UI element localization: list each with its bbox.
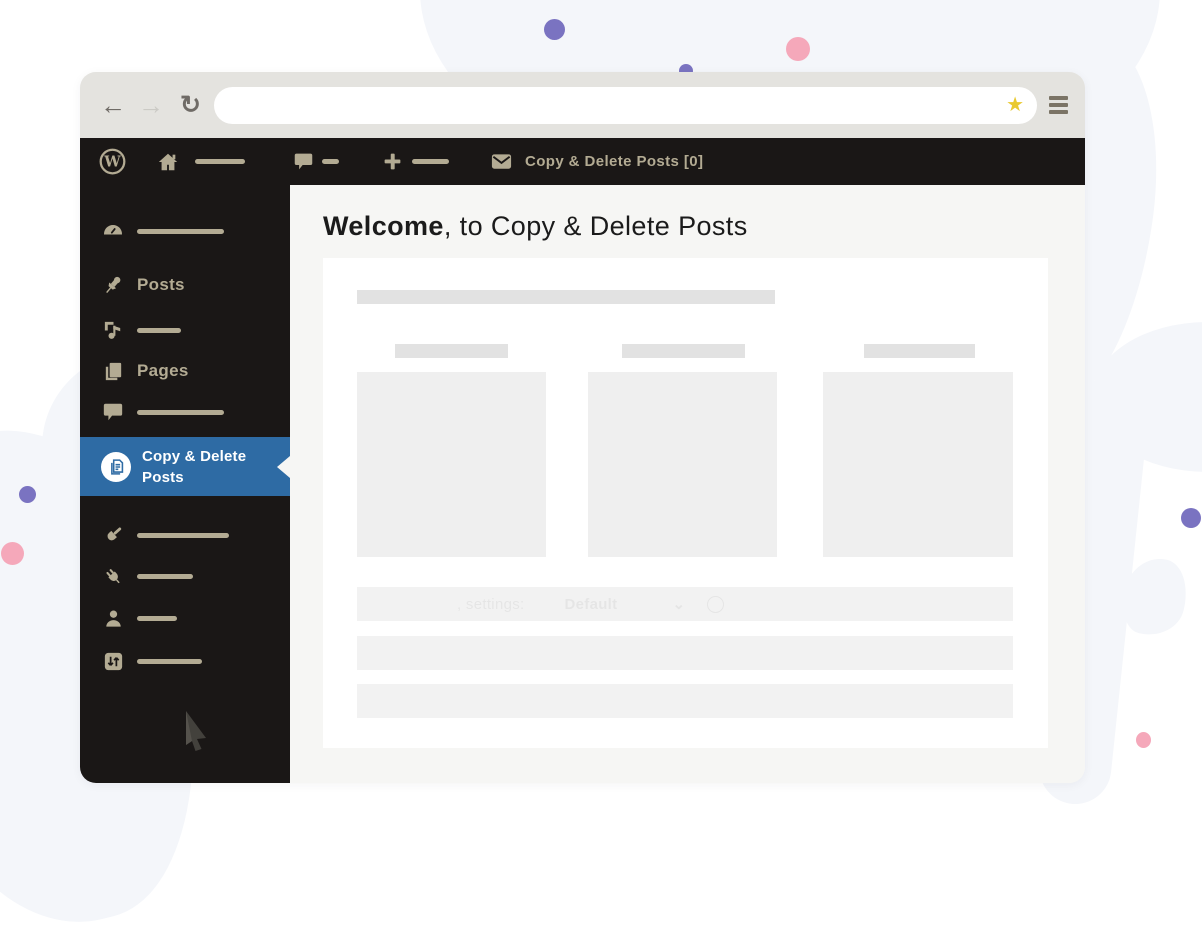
sidebar-item-copy-delete-posts-active[interactable]: Copy & Delete Posts [80, 437, 290, 496]
text-placeholder [357, 290, 775, 304]
copy-document-icon [101, 452, 131, 482]
ghost-help-icon [707, 596, 724, 613]
decor-dot-purple [544, 19, 565, 40]
address-bar[interactable]: ★ [214, 87, 1037, 124]
site-name-placeholder[interactable] [195, 159, 245, 164]
new-content-plus-icon[interactable] [382, 151, 403, 172]
users-icon [101, 607, 125, 630]
dashboard-icon [101, 219, 125, 243]
envelope-icon[interactable] [490, 150, 513, 173]
home-icon[interactable] [157, 151, 179, 173]
sidebar-item-label: Copy & Delete Posts [142, 446, 246, 488]
active-menu-arrow [277, 456, 290, 478]
mouse-cursor [185, 710, 211, 757]
new-label-placeholder[interactable] [412, 159, 449, 164]
sidebar-item-appearance[interactable] [80, 520, 290, 550]
main-content: Welcome, to Copy & Delete Posts , settin… [290, 185, 1085, 783]
sidebar-item-label: Pages [137, 361, 189, 381]
content-box-placeholder [588, 372, 777, 557]
row-placeholder [357, 684, 1013, 718]
plugins-plug-icon [101, 565, 125, 588]
browser-window: ← → ↻ ★ W [80, 72, 1085, 783]
decor-dot-pink [1, 542, 24, 565]
menu-label-placeholder [137, 229, 224, 234]
media-icon [101, 319, 125, 342]
appearance-brush-icon [101, 523, 125, 547]
column-heading-placeholder [622, 344, 745, 358]
browser-toolbar: ← → ↻ ★ [80, 72, 1085, 138]
menu-label-placeholder [137, 659, 202, 664]
row-placeholder [357, 636, 1013, 670]
sidebar-item-users[interactable] [80, 603, 290, 633]
wp-admin-sidebar: Posts [80, 185, 290, 783]
sidebar-item-dashboard[interactable] [80, 216, 290, 246]
welcome-card: , settings: Default ⌄ [323, 258, 1048, 748]
ghost-settings-row: , settings: Default ⌄ [457, 595, 724, 613]
sidebar-item-posts[interactable]: Posts [80, 270, 290, 300]
decor-dot-pink [1136, 732, 1151, 748]
pages-icon [101, 360, 125, 383]
content-box-placeholder [823, 372, 1013, 557]
menu-label-placeholder [137, 328, 181, 333]
page-title: Welcome, to Copy & Delete Posts [323, 211, 748, 242]
comments-bubble-icon[interactable] [293, 151, 314, 172]
content-box-placeholder [357, 372, 546, 557]
menu-label-placeholder [137, 410, 224, 415]
sidebar-item-media[interactable] [80, 315, 290, 345]
tools-icon [101, 650, 125, 673]
comments-icon [101, 401, 125, 423]
column-heading-placeholder [864, 344, 975, 358]
column-heading-placeholder [395, 344, 508, 358]
sidebar-item-label: Posts [137, 275, 185, 295]
back-button[interactable]: ← [100, 92, 126, 118]
bookmark-star-icon[interactable]: ★ [1006, 95, 1024, 115]
comment-count-placeholder[interactable] [322, 159, 339, 164]
browser-menu-icon[interactable] [1049, 96, 1068, 114]
wordpress-logo-icon[interactable]: W [99, 148, 126, 175]
svg-text:W: W [103, 154, 121, 171]
decor-dot-purple [19, 486, 36, 503]
wp-admin-bar: W Copy & Delete Posts [0] [80, 138, 1085, 185]
sidebar-item-tools[interactable] [80, 646, 290, 676]
admin-bar-plugin-label[interactable]: Copy & Delete Posts [0] [525, 153, 703, 170]
sidebar-item-pages[interactable]: Pages [80, 356, 290, 386]
reload-button[interactable]: ↻ [180, 93, 201, 118]
sidebar-item-plugins[interactable] [80, 561, 290, 591]
forward-button[interactable]: → [138, 92, 164, 118]
menu-label-placeholder [137, 533, 229, 538]
row-placeholder: , settings: Default ⌄ [357, 587, 1013, 621]
pushpin-icon [101, 273, 125, 297]
decor-dot-pink [786, 37, 810, 61]
menu-label-placeholder [137, 574, 193, 579]
menu-label-placeholder [137, 616, 177, 621]
sidebar-item-comments[interactable] [80, 397, 290, 427]
decor-dot-purple [1181, 508, 1201, 528]
